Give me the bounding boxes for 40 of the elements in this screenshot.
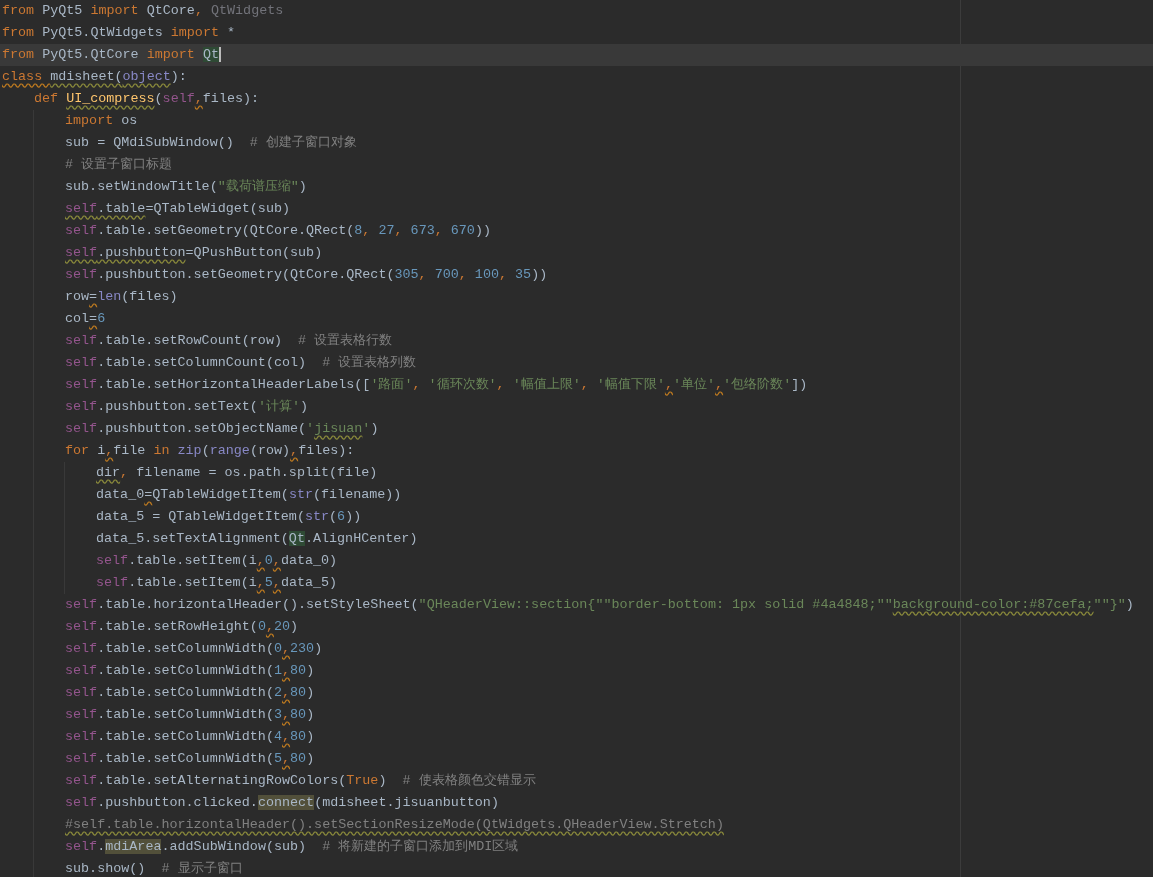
code-line: sub = QMdiSubWindow() # 创建子窗口对象 bbox=[65, 134, 357, 152]
code-line: self.pushbutton.setText('计算') bbox=[65, 398, 308, 416]
code-line: self.table.horizontalHeader().setStyleSheet("QHeaderView::section{""border-bottom: 1px solid #4a4848;""background-color:#87cefa;""}") bbox=[65, 596, 1134, 614]
code-line: #self.table.horizontalHeader().setSectionResizeMode(QtWidgets.QHeaderView.Stretch) bbox=[65, 816, 724, 834]
code-line: class mdisheet(object): bbox=[2, 68, 187, 86]
code-line: self.table.setHorizontalHeaderLabels(['路面', '循环次数', '幅值上限', '幅值下限','单位','包络阶数']) bbox=[65, 376, 808, 394]
code-line: self.pushbutton.setGeometry(QtCore.QRect(305, 700, 100, 35)) bbox=[65, 266, 548, 284]
code-line: self.mdiArea.addSubWindow(sub) # 将新建的子窗口添加到MDI区域 bbox=[65, 838, 519, 856]
code-line: self.table.setColumnWidth(5,80) bbox=[65, 750, 315, 768]
code-line: self.table.setItem(i,5,data_5) bbox=[96, 574, 338, 592]
code-line: row=len(files) bbox=[65, 288, 178, 306]
code-line: self.table.setColumnWidth(0,230) bbox=[65, 640, 323, 658]
code-line: self.table=QTableWidget(sub) bbox=[65, 200, 291, 218]
code-line: sub.setWindowTitle("载荷谱压缩") bbox=[65, 178, 307, 196]
code-line: data_5 = QTableWidgetItem(str(6)) bbox=[96, 508, 362, 526]
code-line: def UI_compress(self,files): bbox=[34, 90, 260, 108]
code-line: self.table.setColumnWidth(1,80) bbox=[65, 662, 315, 680]
code-line: self.pushbutton.clicked.connect(mdisheet.jisuanbutton) bbox=[65, 794, 499, 812]
code-line: import os bbox=[65, 112, 138, 130]
code-line: from PyQt5.QtWidgets import * bbox=[2, 24, 236, 42]
code-line: # 设置子窗口标题 bbox=[65, 156, 173, 174]
code-line: self.table.setGeometry(QtCore.QRect(8, 27, 673, 670)) bbox=[65, 222, 491, 240]
code-line: dir, filename = os.path.split(file) bbox=[96, 464, 378, 482]
code-line: self.table.setColumnCount(col) # 设置表格列数 bbox=[65, 354, 417, 372]
code-line: self.pushbutton=QPushButton(sub) bbox=[65, 244, 323, 262]
code-line: self.table.setRowCount(row) # 设置表格行数 bbox=[65, 332, 393, 350]
code-line: data_0=QTableWidgetItem(str(filename)) bbox=[96, 486, 402, 504]
code-line: self.table.setAlternatingRowColors(True) # 使表格颜色交错显示 bbox=[65, 772, 536, 790]
code-line: for i,file in zip(range(row),files): bbox=[65, 442, 355, 460]
code-line: self.pushbutton.setObjectName('jisuan') bbox=[65, 420, 379, 438]
code-line: from PyQt5 import QtCore, QtWidgets bbox=[2, 2, 284, 20]
code-line: self.table.setColumnWidth(2,80) bbox=[65, 684, 315, 702]
code-line: sub.show() # 显示子窗口 bbox=[65, 860, 243, 877]
code-line: col=6 bbox=[65, 310, 106, 328]
code-line: self.table.setColumnWidth(4,80) bbox=[65, 728, 315, 746]
code-line: data_5.setTextAlignment(Qt.AlignHCenter) bbox=[96, 530, 418, 548]
code-line: from PyQt5.QtCore import Qt bbox=[2, 46, 221, 64]
code-line: self.table.setRowHeight(0,20) bbox=[65, 618, 299, 636]
code-line: self.table.setItem(i,0,data_0) bbox=[96, 552, 338, 570]
code-line: self.table.setColumnWidth(3,80) bbox=[65, 706, 315, 724]
